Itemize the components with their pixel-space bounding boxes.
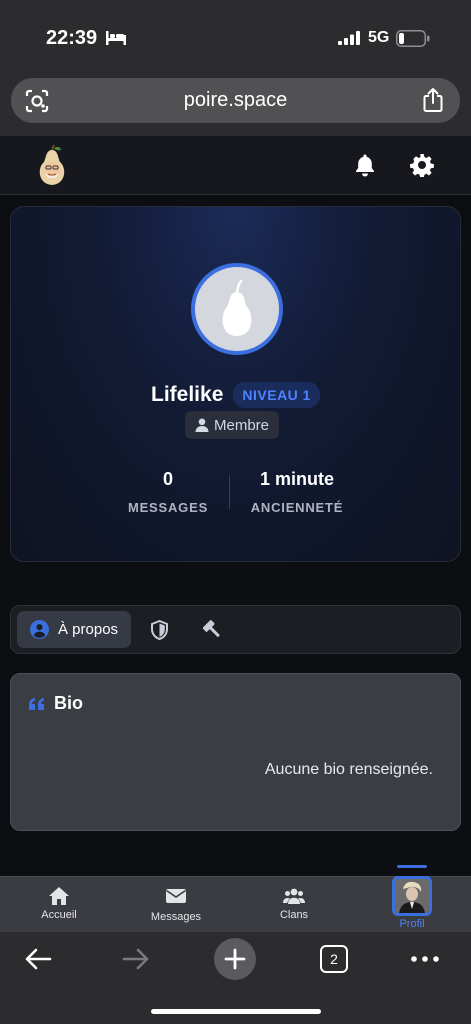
main-content: Lifelike NIVEAU 1 Membre 0 MESSAGES 1 mi… (0, 196, 471, 876)
stat-value: 1 minute (259, 469, 334, 489)
nav-item-messages[interactable]: Messages (131, 877, 221, 933)
home-indicator[interactable] (151, 1009, 321, 1014)
stat-label: MESSAGES (127, 500, 209, 515)
app-bottom-nav: Accueil Messages Clans Profil (0, 865, 471, 933)
nav-label: Profil (399, 918, 425, 930)
profile-thumbnail (392, 876, 432, 916)
plus-icon (224, 948, 246, 970)
role-label: Membre (214, 416, 270, 434)
profile-card: Lifelike NIVEAU 1 Membre 0 MESSAGES 1 mi… (10, 206, 461, 562)
back-arrow-icon[interactable] (24, 948, 52, 970)
profile-tabs: À propos (10, 605, 461, 654)
bio-title: Bio (54, 693, 83, 713)
pear-icon (222, 280, 252, 336)
profile-stats: 0 MESSAGES 1 minute ANCIENNETÉ (11, 469, 460, 519)
stat-divider (229, 475, 230, 509)
bio-empty-text: Aucune bio renseignée. (264, 761, 433, 778)
user-circle-icon (30, 620, 49, 639)
active-indicator (397, 865, 427, 868)
shield-icon[interactable] (150, 620, 169, 640)
home-icon (49, 887, 69, 905)
new-tab-button[interactable] (214, 938, 256, 980)
stat-label: ANCIENNETÉ (250, 500, 344, 515)
name-row: Lifelike NIVEAU 1 (11, 381, 460, 409)
network-label: 5G (368, 29, 390, 46)
nav-label: Messages (150, 911, 202, 923)
avatar[interactable] (191, 263, 283, 355)
username: Lifelike (151, 383, 224, 406)
level-badge: NIVEAU 1 (233, 382, 320, 408)
tab-about[interactable]: À propos (17, 611, 131, 648)
status-bar: 22:39 5G (0, 0, 471, 70)
battery-icon (396, 30, 430, 47)
browser-address-area: poire.space (0, 70, 471, 136)
stat-value: 0 (162, 469, 173, 489)
site-header (0, 136, 471, 195)
gavel-icon[interactable] (201, 619, 222, 640)
nav-item-clans[interactable]: Clans (249, 877, 339, 933)
browser-toolbar: 2 (0, 932, 471, 1024)
gear-icon[interactable] (410, 153, 434, 177)
more-icon[interactable] (411, 956, 439, 962)
role-chip: Membre (185, 411, 280, 439)
stat-anciennete: 1 minute ANCIENNETÉ (243, 469, 351, 515)
url-text[interactable]: poire.space (11, 89, 460, 112)
pear-logo[interactable] (34, 144, 70, 188)
nav-item-accueil[interactable]: Accueil (14, 877, 104, 933)
status-time: 22:39 (46, 27, 98, 49)
stat-messages: 0 MESSAGES (121, 469, 215, 515)
bed-icon (106, 31, 126, 45)
quote-icon (29, 698, 44, 710)
envelope-icon (166, 889, 186, 903)
profile-photo-icon (395, 879, 429, 913)
tab-about-label: À propos (58, 621, 119, 638)
bell-icon[interactable] (354, 153, 376, 177)
user-icon (195, 418, 209, 432)
nav-item-profil[interactable]: Profil (367, 865, 457, 933)
signal-icon (338, 31, 360, 45)
nav-label: Accueil (41, 909, 77, 921)
nav-label: Clans (279, 909, 309, 921)
address-bar[interactable]: poire.space (11, 78, 460, 123)
bio-card: Bio Aucune bio renseignée. (10, 673, 461, 831)
users-icon (283, 888, 305, 904)
forward-arrow-icon[interactable] (122, 948, 150, 970)
tabs-count-button[interactable]: 2 (320, 945, 348, 973)
share-icon[interactable] (422, 87, 444, 113)
